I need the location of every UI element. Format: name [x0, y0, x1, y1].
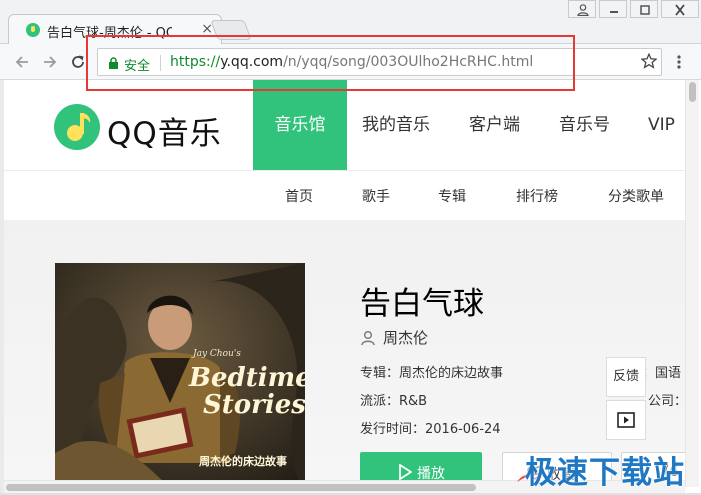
- sub-navigation: 首页 歌手 专辑 排行榜 分类歌单: [4, 170, 685, 220]
- user-icon: [577, 4, 589, 16]
- reload-icon[interactable]: [70, 54, 86, 70]
- play-icon: [399, 464, 412, 480]
- nav-client[interactable]: 客户端: [469, 80, 520, 170]
- subnav-singer[interactable]: 歌手: [362, 186, 390, 206]
- qq-music-logo-icon[interactable]: [54, 104, 100, 150]
- nav-vip[interactable]: VIP: [648, 80, 675, 170]
- back-arrow-icon[interactable]: [14, 54, 30, 70]
- web-page: QQ音乐 音乐馆 我的音乐 客户端 音乐号 VIP 首页 歌手 专辑 排行榜 分…: [4, 80, 685, 487]
- video-play-icon: [617, 412, 635, 428]
- watermark-text: 极速下载站: [525, 455, 685, 491]
- minimize-button[interactable]: [599, 0, 627, 18]
- horizontal-scroll-thumb[interactable]: [6, 484, 476, 491]
- album-info[interactable]: 专辑：周杰伦的床边故事: [360, 362, 503, 381]
- address-highlight-box: [86, 35, 575, 91]
- vertical-scroll-thumb[interactable]: [689, 82, 696, 102]
- feedback-button[interactable]: 反馈: [606, 357, 646, 397]
- window-frame-left: [0, 80, 4, 495]
- qq-music-favicon-icon: [26, 23, 40, 37]
- album-cover[interactable]: Jay Chou's Bedtime Stories 周杰伦的床边故事: [55, 263, 305, 487]
- singer-icon: [361, 331, 375, 346]
- menu-dots-icon[interactable]: [677, 55, 681, 69]
- subnav-playlist[interactable]: 分类歌单: [608, 186, 664, 206]
- site-logo-text[interactable]: QQ音乐: [107, 108, 222, 153]
- release-date-info: 发行时间：2016-06-24: [360, 422, 501, 437]
- profile-button[interactable]: [568, 0, 596, 18]
- genre-info: 流派：R&B: [360, 394, 428, 409]
- cover-title-line2: Stories: [203, 390, 305, 420]
- maximize-icon: [640, 5, 650, 15]
- maximize-button[interactable]: [630, 0, 658, 18]
- video-button[interactable]: [606, 400, 646, 440]
- song-title: 告白气球: [360, 286, 484, 322]
- close-icon: [675, 4, 685, 16]
- subnav-album[interactable]: 专辑: [438, 186, 466, 206]
- nav-music-hall[interactable]: 音乐馆: [253, 80, 347, 170]
- cover-artist-text: Jay Chou's: [193, 349, 241, 359]
- company-info: 公司：杰: [648, 394, 685, 409]
- close-window-button[interactable]: [661, 0, 699, 18]
- cover-title-line1: Bedtime: [189, 363, 305, 393]
- forward-arrow-icon[interactable]: [42, 54, 58, 70]
- nav-musician[interactable]: 音乐号: [559, 80, 610, 170]
- bookmark-star-icon[interactable]: [641, 53, 657, 69]
- site-header: QQ音乐 音乐馆 我的音乐 客户端 音乐号 VIP: [4, 80, 685, 170]
- subnav-rank[interactable]: 排行榜: [516, 186, 558, 206]
- vertical-scrollbar[interactable]: [685, 80, 699, 487]
- minimize-icon: [610, 11, 618, 13]
- singer-name-link[interactable]: 周杰伦: [383, 327, 428, 348]
- subnav-home[interactable]: 首页: [285, 186, 313, 206]
- language-info: ：国语: [642, 366, 682, 381]
- cover-chinese-title: 周杰伦的床边故事: [199, 455, 287, 468]
- nav-my-music[interactable]: 我的音乐: [362, 80, 430, 170]
